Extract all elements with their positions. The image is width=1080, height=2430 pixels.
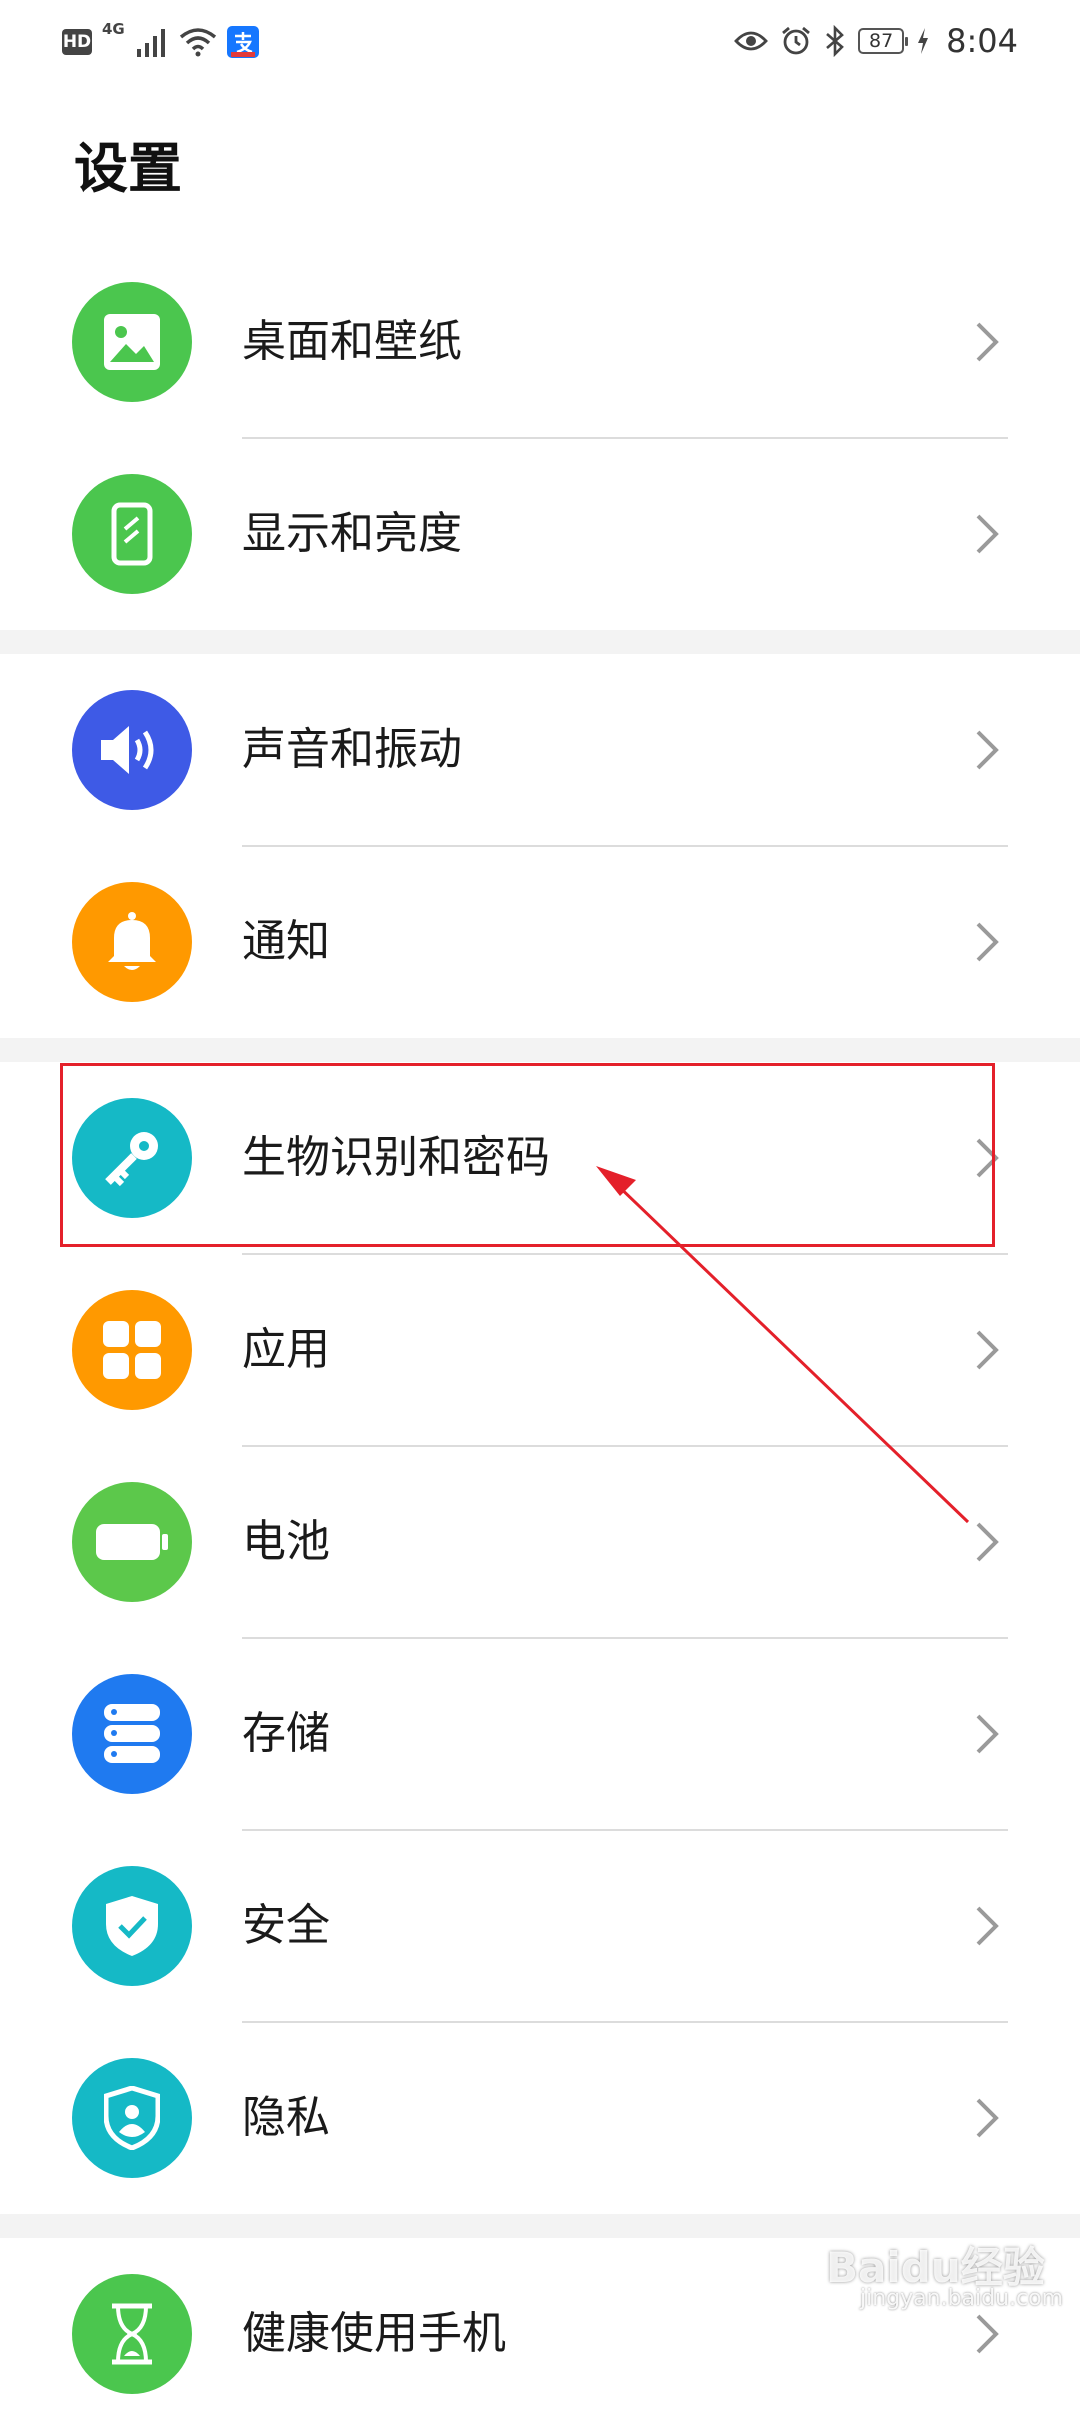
settings-item-label: 隐私	[242, 2092, 330, 2143]
signal-icon	[136, 29, 165, 57]
privacy-icon	[72, 2058, 192, 2178]
chevron-right-icon	[976, 2314, 999, 2354]
settings-item-label: 健康使用手机	[242, 2308, 506, 2359]
battery-indicator: 87	[858, 28, 909, 54]
chevron-right-icon	[976, 1714, 999, 1754]
settings-item-label: 桌面和壁纸	[242, 316, 462, 367]
watermark-url: jingyan.baidu.com	[860, 2286, 1064, 2311]
hd-badge: HD	[62, 29, 92, 55]
alipay-notification-icon	[226, 26, 259, 58]
settings-item-apps[interactable]: 应用	[0, 1254, 1080, 1446]
status-bar-right: 87 8:04	[734, 18, 1018, 64]
group-separator	[0, 630, 1080, 654]
battery-icon	[72, 1482, 192, 1602]
group-separator	[0, 1038, 1080, 1062]
bell-icon	[72, 882, 192, 1002]
settings-item-label: 显示和亮度	[242, 508, 462, 559]
settings-item-display[interactable]: 显示和亮度	[0, 438, 1080, 630]
chevron-right-icon	[976, 1906, 999, 1946]
status-bar-left: HD 4G	[62, 20, 259, 62]
settings-item-security[interactable]: 安全	[0, 1830, 1080, 2022]
chevron-right-icon	[976, 322, 999, 362]
chevron-right-icon	[976, 1522, 999, 1562]
settings-item-battery[interactable]: 电池	[0, 1446, 1080, 1638]
network-type: 4G	[102, 20, 125, 38]
settings-item-storage[interactable]: 存储	[0, 1638, 1080, 1830]
bluetooth-icon	[826, 25, 845, 57]
chevron-right-icon	[976, 1330, 999, 1370]
eye-comfort-icon	[734, 31, 769, 51]
settings-item-label: 通知	[242, 916, 330, 967]
shield-check-icon	[72, 1866, 192, 1986]
settings-item-wallpaper[interactable]: 桌面和壁纸	[0, 246, 1080, 438]
settings-item-label: 存储	[242, 1708, 330, 1759]
status-bar: HD 4G 87 8:04	[0, 0, 1080, 80]
clock: 8:04	[946, 22, 1018, 60]
sound-icon	[72, 690, 192, 810]
hourglass-icon	[72, 2274, 192, 2394]
chevron-right-icon	[976, 730, 999, 770]
settings-item-privacy[interactable]: 隐私	[0, 2022, 1080, 2214]
alarm-icon	[782, 26, 811, 55]
settings-item-label: 应用	[242, 1324, 330, 1375]
apps-icon	[72, 1290, 192, 1410]
settings-item-notifications[interactable]: 通知	[0, 846, 1080, 1038]
wifi-icon	[179, 28, 216, 57]
settings-item-label: 电池	[242, 1516, 330, 1567]
chevron-right-icon	[976, 2098, 999, 2138]
settings-item-sound[interactable]: 声音和振动	[0, 654, 1080, 846]
storage-icon	[72, 1674, 192, 1794]
display-icon	[72, 474, 192, 594]
charging-icon	[918, 28, 929, 54]
wallpaper-icon	[72, 282, 192, 402]
settings-item-label: 安全	[242, 1900, 330, 1951]
chevron-right-icon	[976, 922, 999, 962]
page-title: 设置	[74, 137, 182, 200]
chevron-right-icon	[976, 514, 999, 554]
settings-item-label: 声音和振动	[242, 724, 462, 775]
highlight-box	[60, 1063, 995, 1247]
